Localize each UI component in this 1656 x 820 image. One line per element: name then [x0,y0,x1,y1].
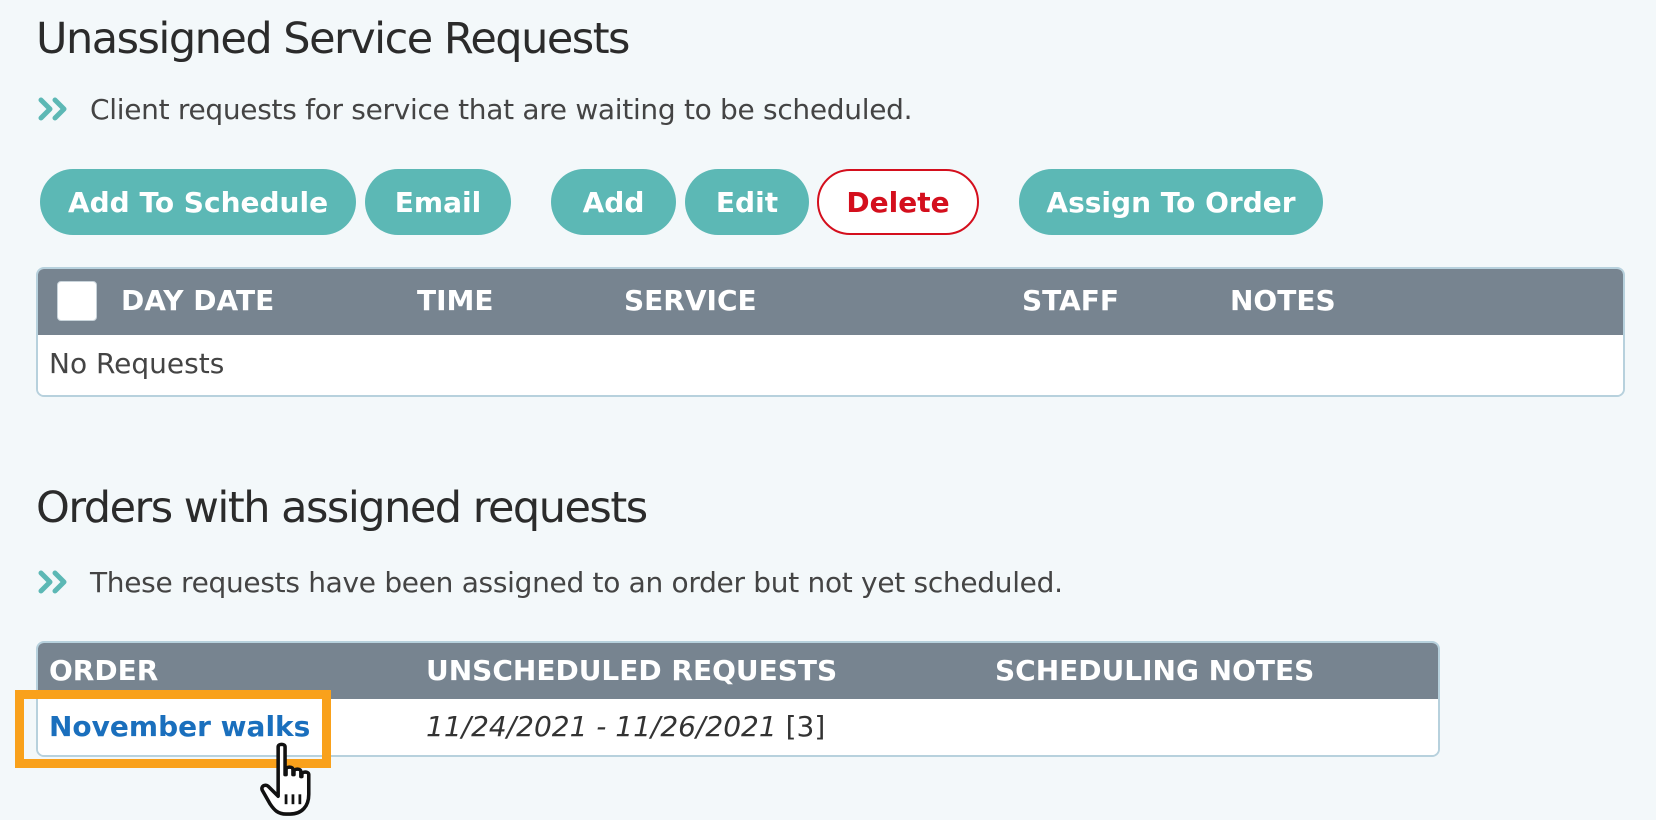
column-service[interactable]: SERVICE [624,284,757,317]
column-scheduling-notes[interactable]: SCHEDULING NOTES [995,654,1314,687]
empty-row: No Requests [38,335,1623,395]
table-header: ORDER UNSCHEDULED REQUESTS SCHEDULING NO… [38,643,1438,699]
column-unscheduled-requests[interactable]: UNSCHEDULED REQUESTS [426,654,837,687]
subtitle-text: These requests have been assigned to an … [90,565,1063,599]
table-header: DAY DATE TIME SERVICE STAFF NOTES [38,269,1623,335]
orders-title: Orders with assigned requests [36,483,648,533]
unassigned-requests-title: Unassigned Service Requests [36,14,630,64]
email-button[interactable]: Email [365,169,511,235]
double-chevron-right-icon [38,97,67,121]
unassigned-requests-table: DAY DATE TIME SERVICE STAFF NOTES No Req… [36,267,1625,397]
assign-to-order-button[interactable]: Assign To Order [1019,169,1323,235]
column-order[interactable]: ORDER [49,654,158,687]
select-all-checkbox[interactable] [57,281,97,321]
add-to-schedule-button[interactable]: Add To Schedule [40,169,356,235]
orders-subtitle: These requests have been assigned to an … [38,565,1063,599]
pointer-hand-cursor-icon [260,742,311,816]
subtitle-text: Client requests for service that are wai… [90,92,913,126]
column-day-date[interactable]: DAY DATE [121,284,274,317]
column-staff[interactable]: STAFF [1022,284,1119,317]
column-notes[interactable]: NOTES [1230,284,1336,317]
delete-button[interactable]: Delete [817,169,979,235]
double-chevron-right-icon [38,570,67,594]
orders-table: ORDER UNSCHEDULED REQUESTS SCHEDULING NO… [36,641,1440,757]
order-link-november-walks[interactable]: November walks [49,710,310,743]
unassigned-requests-subtitle: Client requests for service that are wai… [38,92,913,126]
edit-button[interactable]: Edit [685,169,809,235]
unscheduled-requests-cell: 11/24/2021 - 11/26/2021 [3] [426,710,825,743]
add-button[interactable]: Add [551,169,676,235]
table-row[interactable]: November walks 11/24/2021 - 11/26/2021 [… [38,699,1438,755]
date-range: 11/24/2021 - 11/26/2021 [426,710,777,743]
request-count: [3] [785,710,826,743]
no-requests-text: No Requests [49,347,225,380]
column-time[interactable]: TIME [417,284,494,317]
